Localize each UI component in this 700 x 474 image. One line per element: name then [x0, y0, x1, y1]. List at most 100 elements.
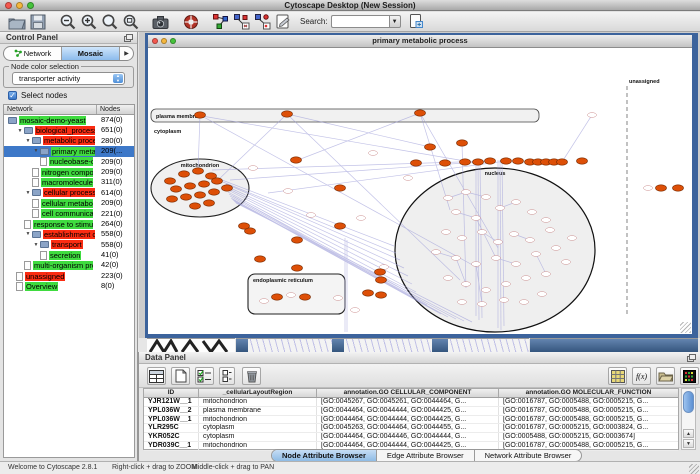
disclosure-triangle-icon[interactable]: ▼	[16, 128, 24, 134]
import-network-icon[interactable]	[210, 13, 231, 31]
network-node[interactable]	[462, 282, 471, 287]
column-header[interactable]: _cellularLayoutRegion	[199, 389, 317, 397]
table-row[interactable]: YLR295Ccytoplasm[GO:0045263, GO:0044464,…	[144, 424, 678, 433]
network-node-selected[interactable]	[171, 186, 182, 192]
network-node-selected[interactable]	[255, 256, 266, 262]
network-node-selected[interactable]	[199, 181, 210, 187]
network-node-selected[interactable]	[513, 158, 524, 164]
search-options-icon[interactable]	[406, 13, 427, 31]
table-cell[interactable]: cytoplasm	[199, 424, 317, 432]
network-frame-titlebar[interactable]: primary metabolic process	[148, 35, 692, 48]
network-node-selected[interactable]	[335, 223, 346, 229]
table-cell[interactable]: [GO:0016787, GO:0005488, GO:0005215, G..…	[499, 407, 678, 415]
float-panel-icon[interactable]	[124, 34, 133, 42]
scroll-down-button[interactable]: ▼	[683, 439, 694, 448]
network-node[interactable]	[444, 196, 453, 201]
network-node[interactable]	[472, 216, 481, 221]
table-cell[interactable]: [GO:0016787, GO:0005215, GO:0003824, G..…	[499, 424, 678, 432]
table-cell[interactable]: [GO:0045263, GO:0044464, GO:0044455, G..…	[317, 424, 499, 432]
network-node-selected[interactable]	[425, 144, 436, 150]
network-node-selected[interactable]	[209, 189, 220, 195]
save-icon[interactable]	[27, 13, 48, 31]
network-node[interactable]	[357, 216, 366, 221]
tree-row[interactable]: secretion41(0)	[4, 250, 134, 260]
table-cell[interactable]: YJR121W__1	[144, 398, 199, 406]
table-row[interactable]: YPL036W__1mitochondrion[GO:0044464, GO:0…	[144, 416, 678, 425]
network-node[interactable]	[542, 218, 551, 223]
column-header[interactable]: annotation.GO CELLULAR_COMPONENT	[317, 389, 499, 397]
network-node-selected[interactable]	[272, 294, 283, 300]
network-node-selected[interactable]	[181, 194, 192, 200]
network-node[interactable]	[502, 282, 511, 287]
background-frame-titlebar[interactable]	[530, 338, 698, 352]
tree-row[interactable]: macromolecule metabolic311(0)	[4, 177, 134, 187]
table-cell[interactable]: [GO:0016787, GO:0005488, GO:0005215, G..…	[499, 398, 678, 406]
tree-header-nodes[interactable]: Nodes	[97, 105, 134, 114]
scrollbar-thumb[interactable]	[683, 391, 694, 413]
background-frame-content[interactable]	[147, 338, 235, 352]
network-node[interactable]	[458, 236, 467, 241]
network-node[interactable]	[462, 190, 471, 195]
table-scrollbar[interactable]: ▲ ▼	[681, 388, 696, 450]
network-node[interactable]	[644, 186, 653, 191]
background-frame-content[interactable]	[248, 338, 332, 352]
column-header[interactable]: annotation.GO MOLECULAR_FUNCTION	[499, 389, 678, 397]
tree-row[interactable]: mosaic-demo-yeast874(0)	[4, 115, 134, 125]
network-node[interactable]	[452, 210, 461, 215]
select-attributes-icon[interactable]	[147, 367, 166, 385]
network-node[interactable]	[404, 176, 413, 181]
network-node-selected[interactable]	[375, 269, 386, 275]
table-cell[interactable]: YKR052C	[144, 433, 199, 441]
network-node[interactable]	[494, 240, 503, 245]
zoom-selected-icon[interactable]	[120, 13, 141, 31]
disclosure-triangle-icon[interactable]: ▼	[32, 242, 40, 248]
network-node-selected[interactable]	[457, 140, 468, 146]
column-header[interactable]: ID	[144, 389, 199, 397]
network-node[interactable]	[452, 256, 461, 261]
tree-row[interactable]: nitrogen compound metabolic209(0)	[4, 167, 134, 177]
network-node[interactable]	[496, 206, 505, 211]
network-node[interactable]	[249, 166, 258, 171]
tab-overflow-arrow[interactable]: ▶	[120, 47, 133, 60]
tree-row[interactable]: ▼biological_process651(0)	[4, 125, 134, 135]
network-node-selected[interactable]	[415, 110, 426, 116]
network-node[interactable]	[284, 189, 293, 194]
table-cell[interactable]: [GO:0044464, GO:0044446, GO:0044444, G..…	[317, 433, 499, 441]
search-dropdown-arrow[interactable]: ▼	[389, 15, 401, 28]
background-frame-edge[interactable]	[432, 338, 448, 352]
open-file-icon[interactable]	[6, 13, 27, 31]
attribute-list-icon[interactable]	[219, 367, 235, 385]
help-lifering-icon[interactable]	[180, 13, 201, 31]
background-frame-content[interactable]	[448, 338, 529, 352]
network-node[interactable]	[472, 262, 481, 267]
zoom-out-icon[interactable]	[57, 13, 78, 31]
table-cell[interactable]: [GO:0016787, GO:0005488, GO:0005215, G..…	[499, 416, 678, 424]
network-node[interactable]	[307, 213, 316, 218]
network-node[interactable]	[552, 246, 561, 251]
attribute-browser-tab[interactable]: Node Attribute Browser	[272, 450, 377, 461]
network-node-selected[interactable]	[376, 277, 387, 283]
network-node-selected[interactable]	[411, 160, 422, 166]
network-node[interactable]	[520, 300, 529, 305]
table-cell[interactable]: YDR039C__1	[144, 442, 199, 450]
table-cell[interactable]: plasma membrane	[199, 407, 317, 415]
network-node[interactable]	[287, 293, 296, 298]
table-row[interactable]: YPL036W__2plasma membrane[GO:0044464, GO…	[144, 407, 678, 416]
heatmap-icon[interactable]	[680, 367, 699, 385]
network-node-selected[interactable]	[185, 183, 196, 189]
table-cell[interactable]: [GO:0044464, GO:0044444, GO:0044425, G..…	[317, 416, 499, 424]
tree-row[interactable]: cell communication221(0)	[4, 209, 134, 219]
network-node[interactable]	[562, 260, 571, 265]
table-cell[interactable]: YPL036W__1	[144, 416, 199, 424]
network-node[interactable]	[528, 210, 537, 215]
network-node-selected[interactable]	[167, 196, 178, 202]
network-node[interactable]	[492, 256, 501, 261]
scroll-up-button[interactable]: ▲	[683, 429, 694, 438]
network-node[interactable]	[512, 262, 521, 267]
network-node-selected[interactable]	[460, 159, 471, 165]
background-frame-content[interactable]	[344, 338, 432, 352]
network-node[interactable]	[526, 238, 535, 243]
network-node[interactable]	[478, 230, 487, 235]
network-node[interactable]	[568, 236, 577, 241]
network-node-selected[interactable]	[292, 237, 303, 243]
